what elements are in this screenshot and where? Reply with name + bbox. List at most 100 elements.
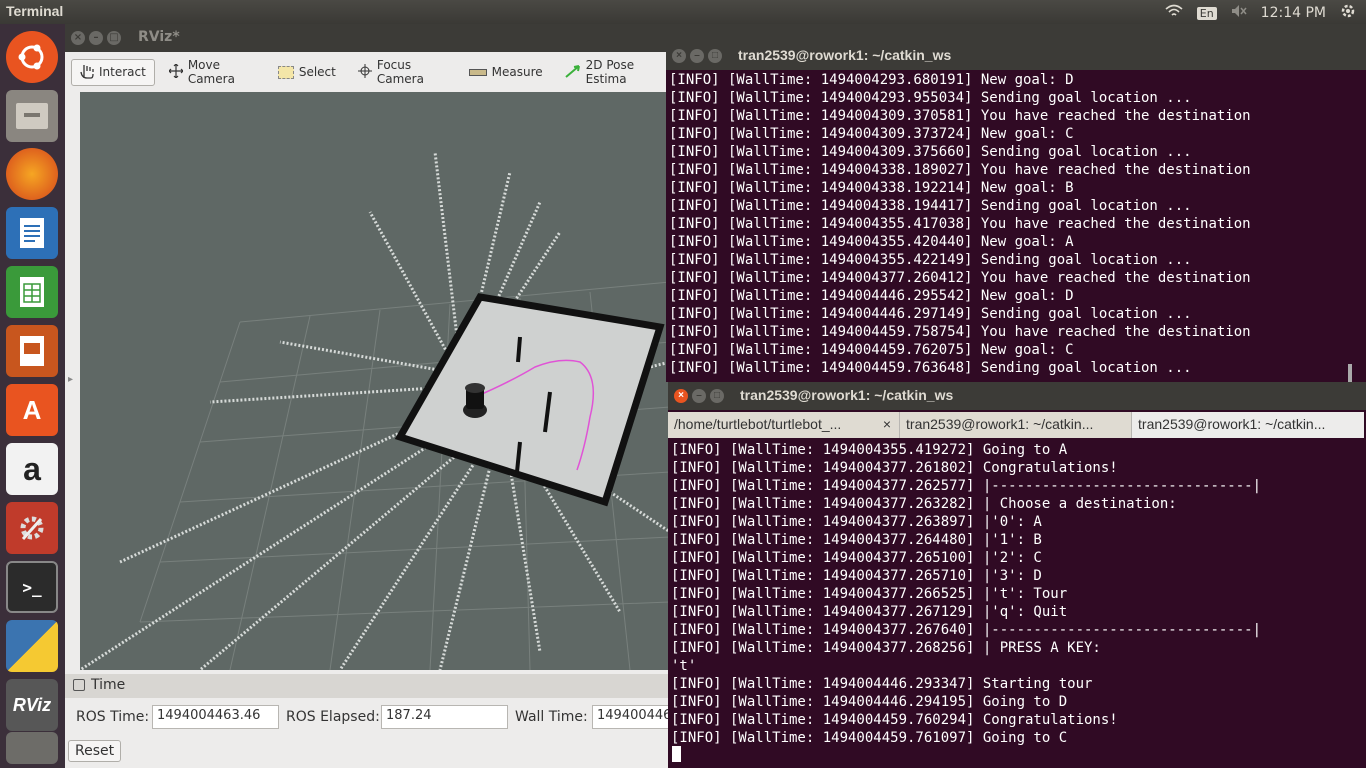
ros-elapsed-field[interactable]: 187.24 bbox=[381, 705, 508, 729]
reset-button[interactable]: Reset bbox=[68, 740, 122, 762]
terminal-line: [INFO] [WallTime: 1494004355.417038] You… bbox=[669, 216, 1251, 232]
tool-label: Select bbox=[298, 65, 336, 79]
terminal-line: [INFO] [WallTime: 1494004355.422149] Sen… bbox=[669, 252, 1192, 268]
terminal-line: [INFO] [WallTime: 1494004338.194417] Sen… bbox=[669, 198, 1192, 214]
wall-time-field[interactable]: 1494004463 bbox=[592, 705, 670, 729]
terminal-line: [INFO] [WallTime: 1494004338.192214] New… bbox=[669, 180, 1074, 196]
calc-icon[interactable] bbox=[6, 266, 58, 318]
close-icon[interactable]: × bbox=[672, 49, 686, 63]
writer-icon[interactable] bbox=[6, 207, 58, 259]
clock[interactable]: 12:14 PM bbox=[1261, 5, 1326, 21]
tab-label: /home/turtlebot/turtlebot_... bbox=[674, 416, 842, 432]
terminal-line: [INFO] [WallTime: 1494004338.189027] You… bbox=[669, 162, 1251, 178]
terminal-1-output[interactable]: [INFO] [WallTime: 1494004293.680191] New… bbox=[669, 71, 1251, 377]
terminal-line: [INFO] [WallTime: 1494004377.268256] | P… bbox=[671, 640, 1101, 656]
minimize-icon[interactable]: – bbox=[692, 389, 706, 403]
amazon-icon[interactable]: a bbox=[6, 443, 58, 495]
interact-tool-button[interactable]: Interact bbox=[71, 58, 155, 86]
terminal-line: [INFO] [WallTime: 1494004309.370581] You… bbox=[669, 108, 1251, 124]
move-camera-tool-button[interactable]: Move Camera bbox=[161, 55, 264, 89]
terminal-line: [INFO] [WallTime: 1494004459.760294] Con… bbox=[671, 712, 1118, 728]
terminal-line: [INFO] [WallTime: 1494004459.758754] You… bbox=[669, 324, 1251, 340]
maximize-icon[interactable]: □ bbox=[107, 31, 121, 45]
terminal-line: [INFO] [WallTime: 1494004446.297149] Sen… bbox=[669, 306, 1192, 322]
focus-camera-tool-button[interactable]: Focus Camera bbox=[350, 55, 455, 89]
terminal-window-2: × – □ tran2539@rowork1: ~/catkin_ws /hom… bbox=[668, 382, 1366, 768]
minimize-icon[interactable]: – bbox=[690, 49, 704, 63]
pose-estimate-tool-button[interactable]: 2D Pose Estima bbox=[557, 55, 670, 89]
rviz-toolbar: Interact Move Camera Select Focus Camera… bbox=[65, 52, 670, 92]
terminal-line: [INFO] [WallTime: 1494004377.262577] |--… bbox=[671, 478, 1262, 494]
tool-label: Focus Camera bbox=[376, 58, 424, 86]
top-panel: Terminal En 12:14 PM bbox=[0, 0, 1366, 24]
terminal-line: [INFO] [WallTime: 1494004377.265710] |'3… bbox=[671, 568, 1042, 584]
terminal-2-title: tran2539@rowork1: ~/catkin_ws bbox=[740, 387, 954, 403]
files-icon[interactable] bbox=[6, 90, 58, 142]
ros-elapsed-label: ROS Elapsed: bbox=[286, 709, 380, 725]
ubuntu-icon[interactable] bbox=[6, 31, 58, 83]
terminal-1-title: tran2539@rowork1: ~/catkin_ws bbox=[738, 47, 952, 63]
clock-icon bbox=[73, 679, 85, 691]
time-panel-title: Time bbox=[91, 677, 126, 693]
terminal-line: [INFO] [WallTime: 1494004377.265100] |'2… bbox=[671, 550, 1042, 566]
hand-icon bbox=[80, 63, 94, 82]
wifi-icon[interactable] bbox=[1165, 4, 1183, 22]
close-icon[interactable]: × bbox=[883, 416, 891, 432]
terminal-2-output[interactable]: [INFO] [WallTime: 1494004355.419272] Goi… bbox=[671, 441, 1261, 747]
terminal-icon[interactable]: >_ bbox=[6, 561, 58, 613]
terminal-line: [INFO] [WallTime: 1494004293.680191] New… bbox=[669, 72, 1074, 88]
terminal-line: [INFO] [WallTime: 1494004355.420440] New… bbox=[669, 234, 1074, 250]
rviz-window: × – □ RViz* Interact Move Camera Select bbox=[65, 24, 670, 768]
keyboard-layout-indicator[interactable]: En bbox=[1196, 6, 1217, 20]
rviz-icon[interactable]: RViz bbox=[6, 679, 58, 731]
ruler-icon bbox=[468, 68, 487, 76]
crosshair-icon bbox=[357, 63, 372, 81]
time-panel: Time ROS Time: 1494004463.46 ROS Elapsed… bbox=[65, 674, 670, 768]
close-icon[interactable]: × bbox=[71, 31, 85, 45]
tab-1[interactable]: /home/turtlebot/turtlebot_... × bbox=[668, 412, 901, 438]
rviz-titlebar[interactable]: × – □ RViz* bbox=[65, 24, 670, 52]
maximize-icon[interactable]: □ bbox=[710, 389, 724, 403]
robot-model bbox=[463, 383, 487, 418]
tab-2[interactable]: tran2539@rowork1: ~/catkin... bbox=[900, 412, 1133, 438]
terminal-line: 't' bbox=[671, 658, 697, 674]
measure-tool-button[interactable]: Measure bbox=[461, 62, 551, 82]
scrollbar[interactable] bbox=[1348, 364, 1352, 382]
select-tool-button[interactable]: Select bbox=[270, 62, 344, 82]
python-icon[interactable] bbox=[6, 620, 58, 672]
time-panel-header[interactable]: Time bbox=[65, 674, 670, 698]
green-arrow-icon bbox=[565, 64, 581, 81]
terminal-line: [INFO] [WallTime: 1494004446.293347] Sta… bbox=[671, 676, 1093, 692]
impress-icon[interactable] bbox=[6, 325, 58, 377]
move-arrows-icon bbox=[168, 63, 184, 81]
terminal-2-titlebar[interactable]: × – □ tran2539@rowork1: ~/catkin_ws bbox=[668, 382, 1366, 410]
software-icon[interactable]: A bbox=[6, 384, 58, 436]
terminal-line: [INFO] [WallTime: 1494004377.267640] |--… bbox=[671, 622, 1262, 638]
minimize-icon[interactable]: – bbox=[89, 31, 103, 45]
3d-viewport[interactable] bbox=[80, 92, 670, 670]
terminal-line: [INFO] [WallTime: 1494004377.260412] You… bbox=[669, 270, 1251, 286]
tool-label: Measure bbox=[491, 65, 543, 79]
terminal-1-titlebar[interactable]: × – □ tran2539@rowork1: ~/catkin_ws bbox=[666, 42, 1366, 70]
tab-3[interactable]: tran2539@rowork1: ~/catkin... bbox=[1132, 412, 1364, 438]
tool-label: Move Camera bbox=[187, 58, 235, 86]
ros-time-label: ROS Time: bbox=[76, 709, 150, 725]
terminal-line: [INFO] [WallTime: 1494004459.762075] New… bbox=[669, 342, 1074, 358]
trash-icon[interactable] bbox=[6, 732, 58, 764]
tab-label: tran2539@rowork1: ~/catkin... bbox=[906, 416, 1094, 432]
firefox-icon[interactable] bbox=[6, 148, 58, 200]
tab-label: tran2539@rowork1: ~/catkin... bbox=[1138, 416, 1326, 432]
terminal-window-1: × – □ tran2539@rowork1: ~/catkin_ws [INF… bbox=[666, 42, 1366, 382]
left-panel-collapse-handle[interactable]: ▸ bbox=[68, 374, 73, 385]
volume-muted-icon[interactable] bbox=[1231, 4, 1247, 22]
rviz-window-title: RViz* bbox=[138, 29, 180, 45]
system-tray: En 12:14 PM bbox=[1165, 3, 1356, 23]
tool-label: Interact bbox=[99, 65, 146, 79]
maximize-icon[interactable]: □ bbox=[708, 49, 722, 63]
gear-icon[interactable] bbox=[1340, 3, 1356, 23]
ros-time-field[interactable]: 1494004463.46 bbox=[152, 705, 279, 729]
terminal-line: [INFO] [WallTime: 1494004377.261802] Con… bbox=[671, 460, 1118, 476]
settings-icon[interactable] bbox=[6, 502, 58, 554]
active-app-title: Terminal bbox=[6, 3, 64, 19]
close-icon[interactable]: × bbox=[674, 389, 688, 403]
